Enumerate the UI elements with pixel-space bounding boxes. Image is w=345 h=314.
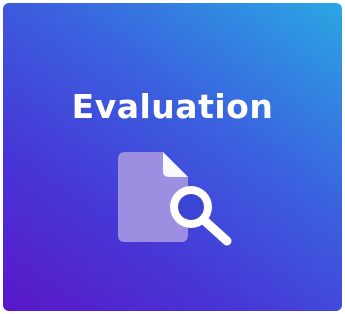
evaluation-card[interactable]: Evaluation bbox=[3, 3, 342, 311]
document-search-icon bbox=[115, 147, 237, 247]
card-title: Evaluation bbox=[71, 87, 274, 126]
